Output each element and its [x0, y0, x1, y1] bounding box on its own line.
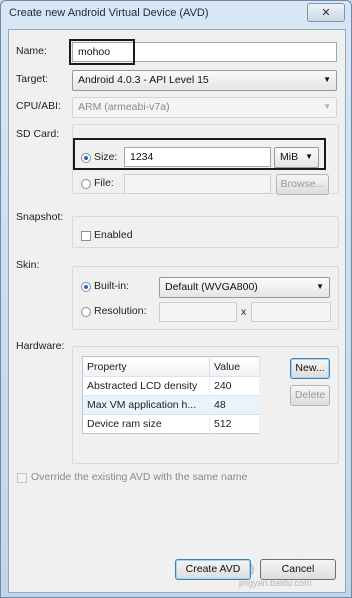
target-value: Android 4.0.3 - API Level 15 — [78, 74, 209, 86]
value-cell: 512 — [209, 414, 260, 434]
close-button[interactable]: ✕ — [307, 3, 345, 22]
dialog-window: Create new Android Virtual Device (AVD) … — [0, 0, 352, 598]
value-cell: 240 — [209, 376, 260, 396]
sd-file-label: File: — [94, 177, 114, 189]
name-label: Name: — [16, 45, 47, 57]
column-header-value[interactable]: Value — [209, 356, 260, 377]
table-row[interactable]: Max VM application h... 48 — [82, 395, 260, 415]
property-cell: Device ram size — [82, 414, 210, 434]
chevron-down-icon: ▼ — [316, 282, 324, 291]
sd-file-field[interactable] — [124, 174, 271, 194]
resolution-separator: x — [241, 306, 247, 318]
close-icon: ✕ — [321, 7, 331, 19]
property-cell: Abstracted LCD density — [82, 376, 210, 396]
cpu-abi-value: ARM (armeabi-v7a) — [78, 101, 170, 113]
title-bar: Create new Android Virtual Device (AVD) … — [1, 1, 351, 27]
snapshot-enabled-checkbox[interactable] — [81, 231, 91, 241]
snapshot-enabled-label: Enabled — [94, 229, 133, 241]
resolution-width-field[interactable] — [159, 302, 237, 322]
table-row[interactable]: Device ram size 512 — [82, 414, 260, 434]
column-header-property[interactable]: Property — [82, 356, 210, 377]
sd-file-radio[interactable] — [81, 179, 91, 189]
skin-resolution-radio[interactable] — [81, 307, 91, 317]
skin-builtin-radio[interactable] — [81, 282, 91, 292]
chevron-down-icon: ▼ — [323, 75, 331, 84]
hardware-label: Hardware: — [16, 340, 65, 352]
window-title: Create new Android Virtual Device (AVD) — [9, 7, 209, 19]
target-select[interactable]: Android 4.0.3 - API Level 15 ▼ — [72, 70, 337, 91]
sd-size-highlight-box — [73, 138, 326, 170]
skin-builtin-select[interactable]: Default (WVGA800) ▼ — [159, 277, 330, 298]
hardware-table-header: Property Value — [82, 356, 260, 377]
browse-button[interactable]: Browse... — [276, 174, 329, 195]
name-highlight-box — [69, 39, 135, 65]
dialog-content: Name: mohoo Target: Android 4.0.3 - API … — [8, 29, 346, 593]
snapshot-label: Snapshot: — [16, 211, 64, 223]
skin-builtin-value: Default (WVGA800) — [165, 281, 258, 293]
new-hardware-button[interactable]: New... — [290, 358, 330, 379]
create-avd-button[interactable]: Create AVD — [175, 559, 251, 580]
override-label: Override the existing AVD with the same … — [31, 471, 248, 483]
override-checkbox[interactable] — [17, 473, 27, 483]
resolution-height-field[interactable] — [251, 302, 331, 322]
property-cell: Max VM application h... — [82, 395, 210, 415]
delete-hardware-button[interactable]: Delete — [290, 385, 330, 406]
skin-resolution-label: Resolution: — [94, 305, 147, 317]
target-label: Target: — [16, 73, 49, 85]
skin-builtin-label: Built-in: — [94, 280, 130, 292]
hardware-table[interactable]: Property Value Abstracted LCD density 24… — [82, 356, 260, 434]
cpu-abi-select[interactable]: ARM (armeabi-v7a) ▼ — [72, 97, 337, 118]
sd-card-label: SD Card: — [16, 128, 60, 140]
skin-label: Skin: — [16, 259, 40, 271]
table-row[interactable]: Abstracted LCD density 240 — [82, 376, 260, 396]
chevron-down-icon: ▼ — [323, 102, 331, 111]
value-cell: 48 — [209, 395, 260, 415]
cpu-abi-label: CPU/ABI: — [16, 100, 61, 112]
cancel-button[interactable]: Cancel — [260, 559, 336, 580]
